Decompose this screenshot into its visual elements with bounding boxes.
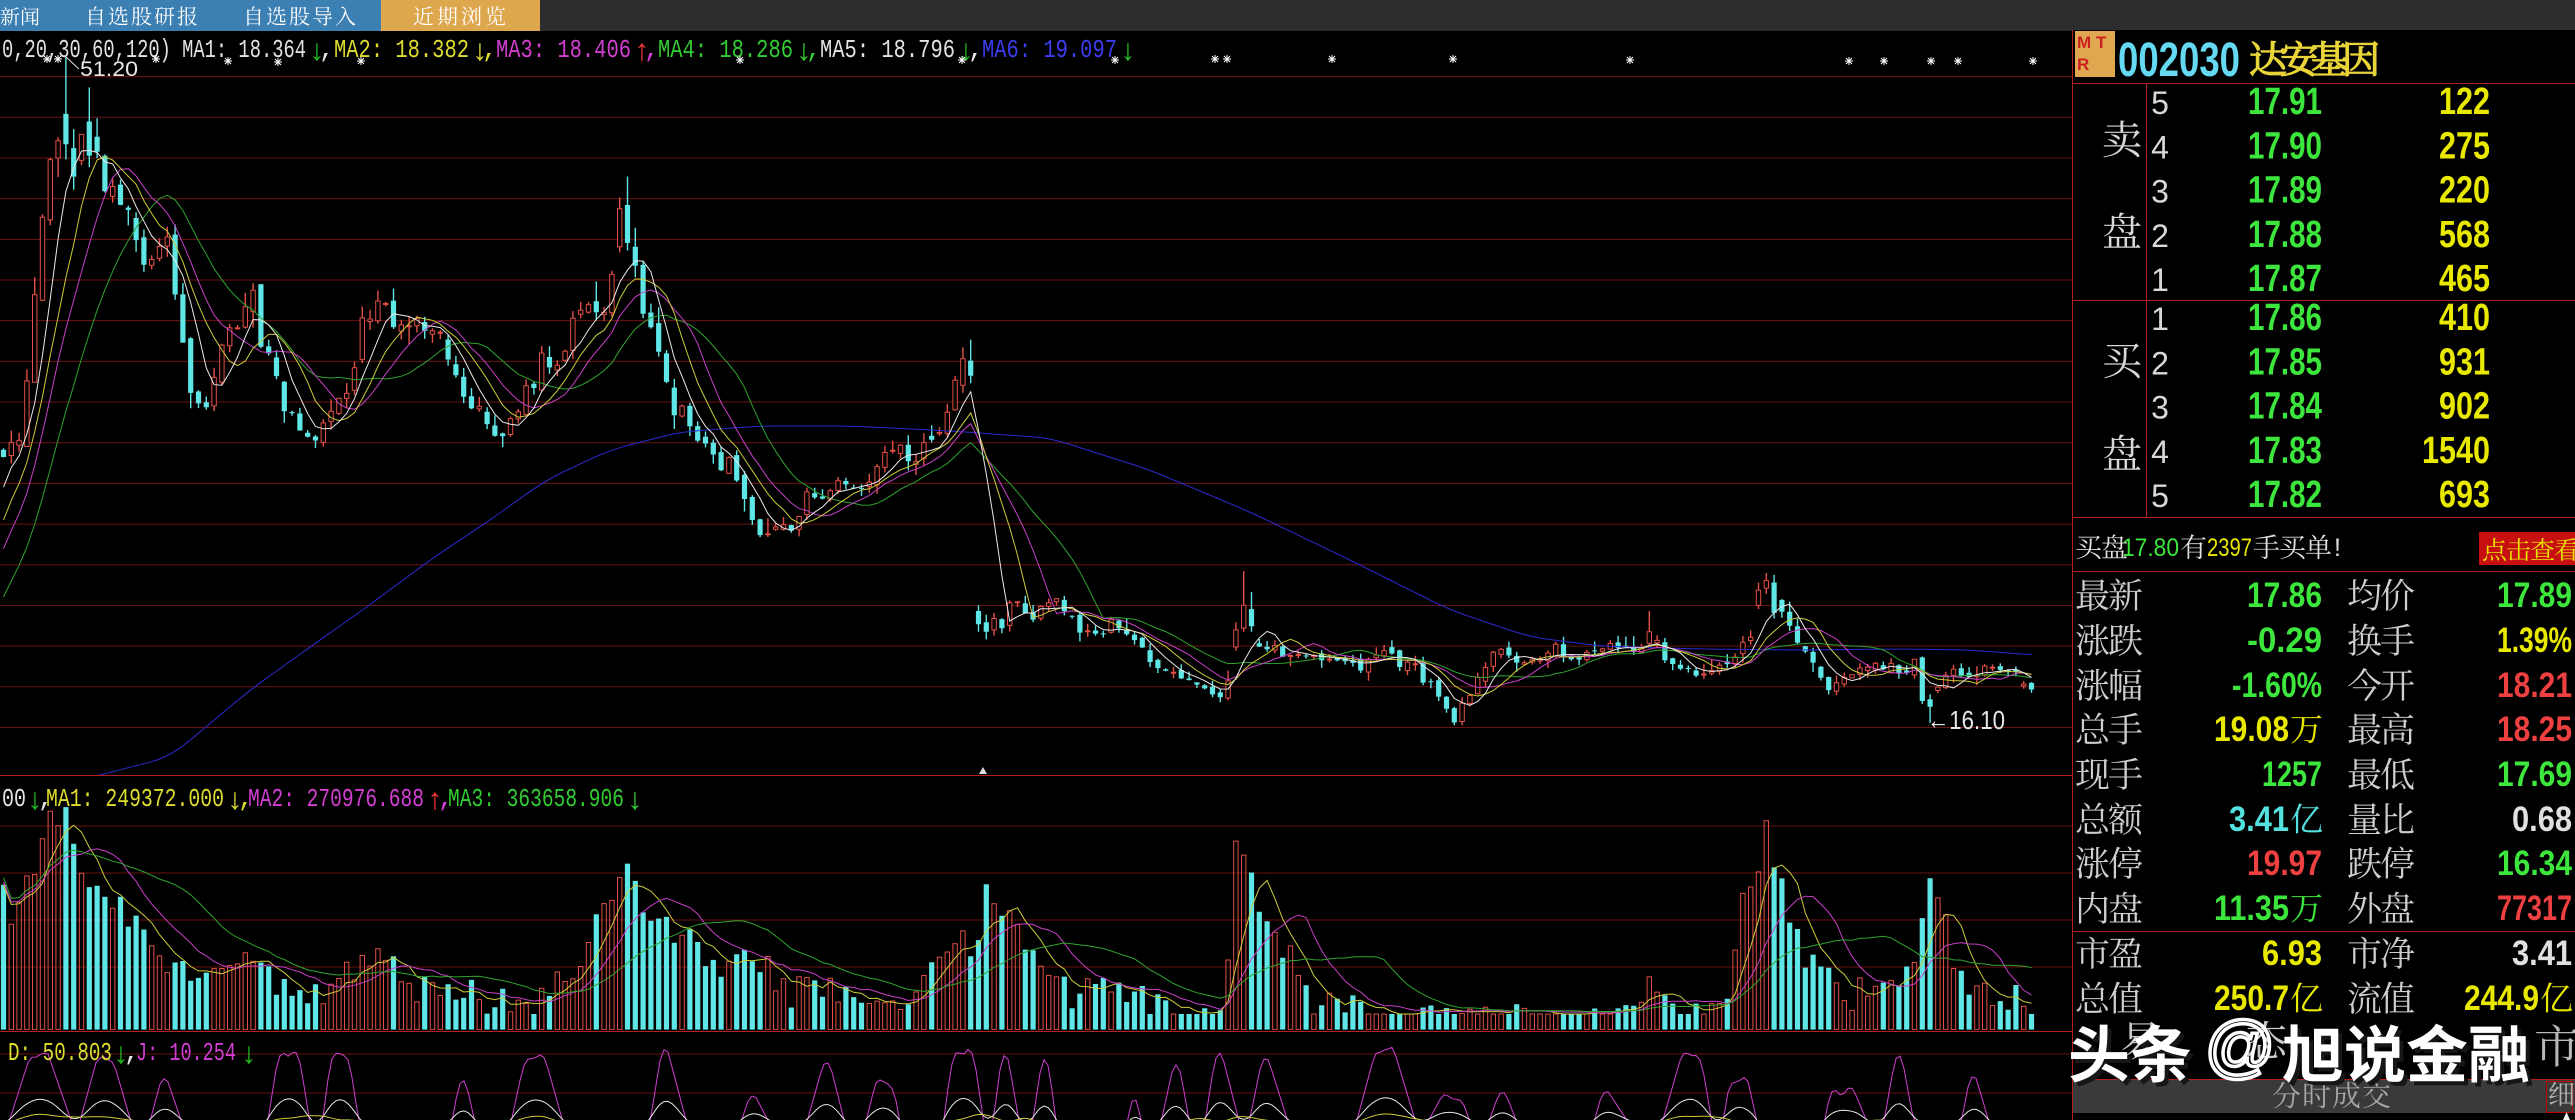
svg-text:T: T (2096, 33, 2107, 52)
svg-text:4: 4 (2151, 129, 2169, 165)
svg-text:3.41: 3.41 (2512, 934, 2572, 973)
svg-text:MA3: 363658.906: MA3: 363658.906 (448, 784, 624, 814)
svg-text:17.89: 17.89 (2497, 576, 2572, 615)
svg-text:←16.10: ←16.10 (1927, 705, 2005, 735)
svg-text:-0.29: -0.29 (2247, 621, 2322, 660)
svg-text:19.97: 19.97 (2247, 844, 2322, 883)
svg-text:!: ! (2334, 534, 2341, 562)
svg-text:17.91: 17.91 (2248, 81, 2322, 123)
svg-text:17.88: 17.88 (2248, 214, 2322, 256)
svg-text:17.80: 17.80 (2122, 534, 2179, 562)
svg-text:568: 568 (2439, 214, 2490, 256)
svg-text:0.68: 0.68 (2512, 800, 2572, 839)
svg-text:275: 275 (2439, 125, 2490, 167)
svg-text:18.25: 18.25 (2497, 710, 2572, 749)
svg-text:18.21: 18.21 (2497, 666, 2572, 705)
svg-text:1.39%: 1.39% (2497, 621, 2572, 660)
svg-text:244.9: 244.9 (2464, 979, 2539, 1018)
svg-text:2: 2 (2151, 218, 2169, 254)
svg-text:4: 4 (2151, 434, 2169, 470)
svg-text:5: 5 (2151, 478, 2169, 514)
svg-text:16.34: 16.34 (2497, 844, 2572, 883)
svg-text:17.90: 17.90 (2248, 125, 2322, 167)
svg-text:1257: 1257 (2262, 755, 2322, 794)
svg-text:3.41: 3.41 (2229, 800, 2289, 839)
svg-text:D: 50.803: D: 50.803 (8, 1038, 112, 1068)
svg-text:17.69: 17.69 (2497, 755, 2572, 794)
svg-text:6.93: 6.93 (2262, 934, 2322, 973)
svg-text:11.35: 11.35 (2214, 889, 2289, 928)
svg-text:5: 5 (2151, 85, 2169, 121)
svg-text:00: 00 (2, 784, 26, 814)
svg-text:465: 465 (2439, 258, 2490, 300)
svg-text:↓: ↓ (240, 1039, 258, 1073)
svg-text:002030: 002030 (2118, 34, 2240, 87)
svg-text:902: 902 (2439, 386, 2490, 428)
svg-text:1540: 1540 (2422, 430, 2490, 472)
svg-text:17.82: 17.82 (2248, 474, 2322, 516)
svg-text:17.83: 17.83 (2248, 430, 2322, 472)
svg-text:3: 3 (2151, 174, 2169, 210)
svg-text:17.85: 17.85 (2248, 341, 2322, 383)
svg-text:@: @ (2204, 1007, 2275, 1085)
svg-text:2: 2 (2151, 345, 2169, 381)
svg-text:931: 931 (2439, 341, 2490, 383)
svg-text:122: 122 (2439, 81, 2490, 123)
svg-text:77317: 77317 (2497, 889, 2572, 928)
svg-text:693: 693 (2439, 474, 2490, 516)
svg-text:17.87: 17.87 (2248, 258, 2322, 300)
svg-text:220: 220 (2439, 170, 2490, 212)
svg-text:19.08: 19.08 (2214, 710, 2289, 749)
svg-text:3: 3 (2151, 390, 2169, 426)
svg-text:MA2: 270976.688: MA2: 270976.688 (248, 784, 424, 814)
svg-text:1: 1 (2151, 301, 2169, 337)
svg-text:MA6: 19.097: MA6: 19.097 (982, 35, 1117, 65)
svg-text:MA2: 18.382: MA2: 18.382 (334, 35, 469, 65)
svg-text:1: 1 (2151, 262, 2169, 298)
svg-text:↓: ↓ (626, 785, 644, 819)
svg-text:51.20: 51.20 (80, 58, 138, 81)
svg-text:2397: 2397 (2207, 534, 2252, 562)
svg-text:17.86: 17.86 (2248, 297, 2322, 339)
svg-text:17.86: 17.86 (2247, 576, 2322, 615)
svg-text:MA5: 18.796: MA5: 18.796 (820, 35, 955, 65)
svg-text:MA3: 18.406: MA3: 18.406 (496, 35, 631, 65)
svg-text:17.84: 17.84 (2248, 386, 2322, 428)
svg-text:MA4: 18.286: MA4: 18.286 (658, 35, 793, 65)
svg-text:M: M (2077, 33, 2091, 52)
svg-text:J: 10.254: J: 10.254 (136, 1038, 236, 1068)
svg-text:17.89: 17.89 (2248, 170, 2322, 212)
svg-text:R: R (2077, 55, 2089, 74)
svg-text:-1.60%: -1.60% (2232, 666, 2322, 705)
svg-text:,: , (319, 35, 335, 65)
svg-text:↓: ↓ (1119, 36, 1137, 70)
svg-text:410: 410 (2439, 297, 2490, 339)
svg-text:MA1: 249372.000: MA1: 249372.000 (46, 784, 224, 814)
